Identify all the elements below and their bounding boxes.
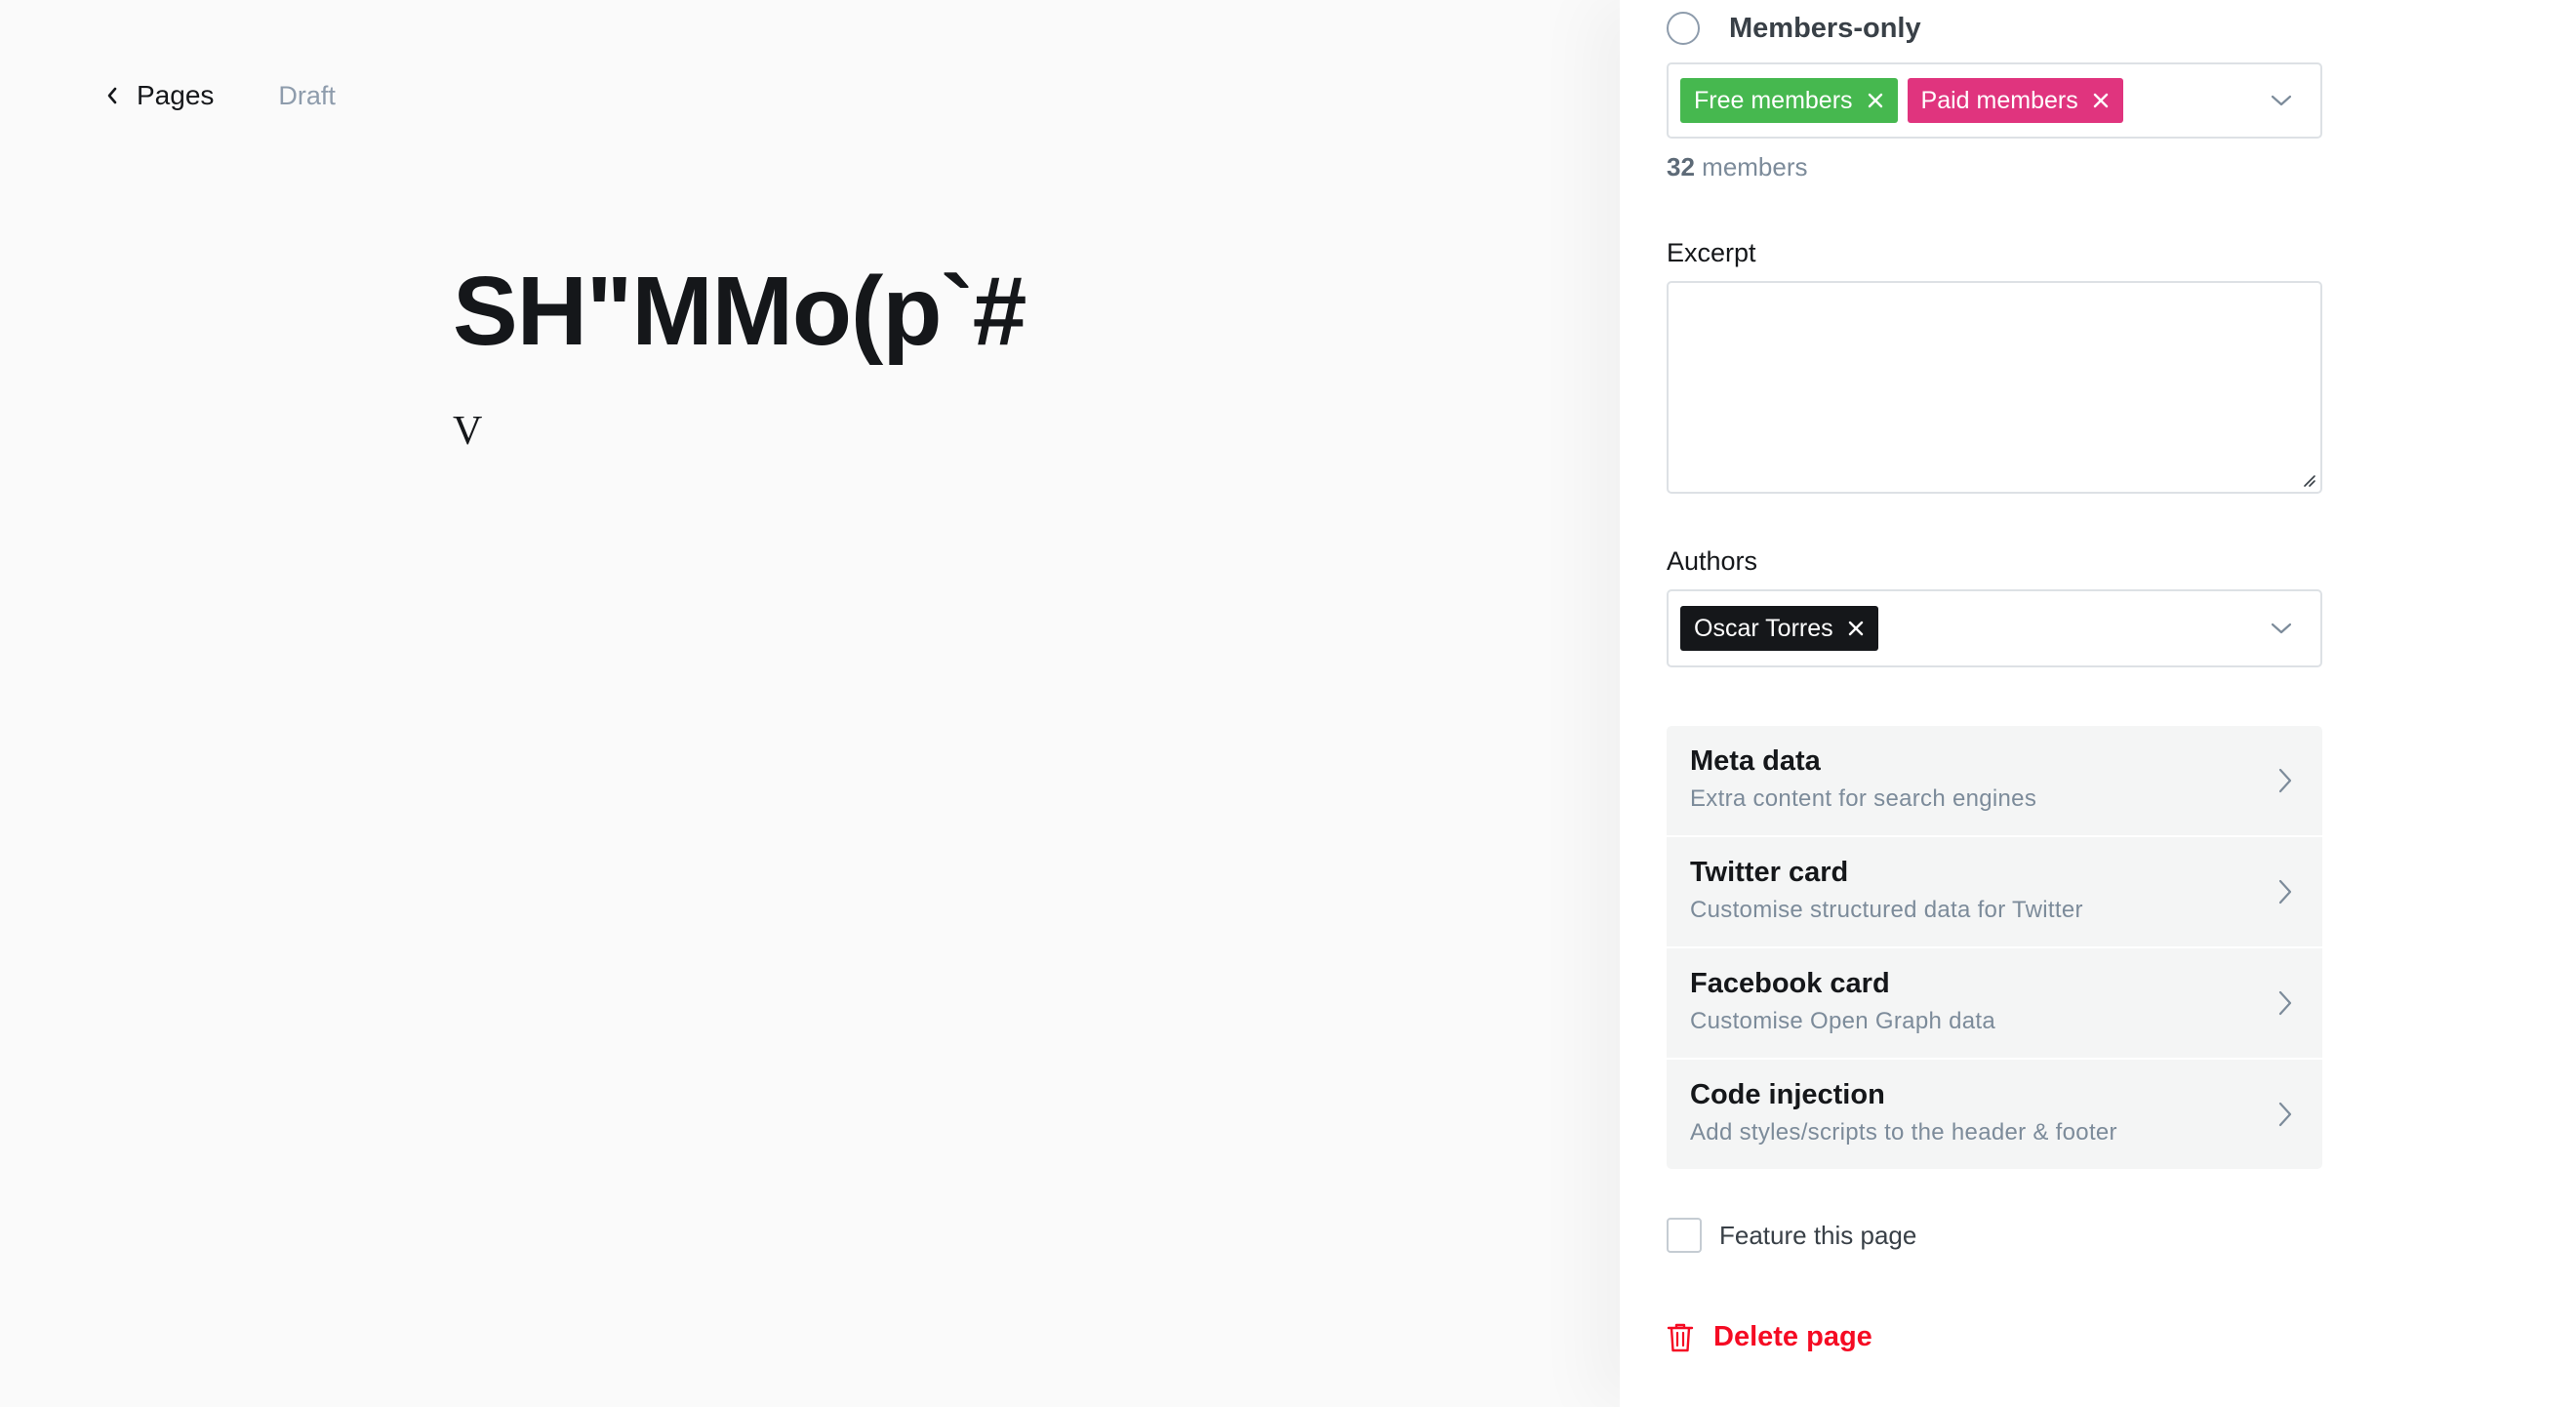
tag-label: Oscar Torres [1694, 614, 1833, 642]
chevron-right-icon [2277, 989, 2293, 1017]
member-count-number: 32 [1667, 152, 1695, 181]
tag-label: Free members [1694, 86, 1853, 114]
authors-label: Authors [1667, 546, 1758, 576]
status-label: Draft [278, 80, 336, 110]
delete-page-label: Delete page [1713, 1321, 1872, 1352]
settings-sections: Meta data Extra content for search engin… [1667, 726, 2322, 1169]
section-subtitle: Customise Open Graph data [1690, 1008, 1995, 1034]
trash-icon [1667, 1322, 1694, 1353]
section-title: Code injection [1690, 1079, 1885, 1110]
section-subtitle: Extra content for search engines [1690, 785, 2037, 812]
back-label: Pages [137, 80, 215, 110]
access-tiers-select[interactable]: Free members Paid members [1667, 62, 2322, 139]
chevron-down-icon[interactable] [2270, 622, 2293, 635]
settings-panel: Members-only Free members Paid members 3… [1620, 0, 2576, 1407]
feature-page-option[interactable]: Feature this page [1667, 1218, 1916, 1253]
section-meta-data[interactable]: Meta data Extra content for search engin… [1667, 726, 2322, 835]
section-twitter-card[interactable]: Twitter card Customise structured data f… [1667, 837, 2322, 946]
section-title: Meta data [1690, 745, 1821, 777]
close-icon[interactable] [1867, 92, 1884, 109]
section-title: Facebook card [1690, 968, 1890, 999]
feature-page-checkbox[interactable] [1667, 1218, 1702, 1253]
chevron-left-icon [105, 85, 119, 106]
visibility-option-label: Members-only [1729, 12, 1921, 44]
section-subtitle: Add styles/scripts to the header & foote… [1690, 1119, 2117, 1146]
section-subtitle: Customise structured data for Twitter [1690, 897, 2083, 923]
delete-page-button[interactable]: Delete page [1667, 1321, 1872, 1353]
close-icon[interactable] [2092, 92, 2110, 109]
back-to-pages-link[interactable]: Pages [105, 80, 214, 111]
chevron-right-icon [2277, 767, 2293, 794]
tag-free-members[interactable]: Free members [1680, 78, 1898, 123]
resize-handle-icon[interactable] [2301, 472, 2316, 488]
member-count: 32 members [1667, 152, 1808, 182]
feature-page-label: Feature this page [1719, 1220, 1917, 1250]
tag-author[interactable]: Oscar Torres [1680, 606, 1878, 651]
section-code-injection[interactable]: Code injection Add styles/scripts to the… [1667, 1060, 2322, 1169]
section-facebook-card[interactable]: Facebook card Customise Open Graph data [1667, 948, 2322, 1058]
excerpt-textarea[interactable] [1667, 281, 2322, 494]
tag-label: Paid members [1920, 86, 2078, 114]
excerpt-label: Excerpt [1667, 238, 1756, 267]
radio-button[interactable] [1667, 12, 1700, 45]
close-icon[interactable] [1847, 620, 1865, 637]
chevron-right-icon [2277, 1101, 2293, 1128]
chevron-down-icon[interactable] [2270, 94, 2293, 107]
tag-paid-members[interactable]: Paid members [1907, 78, 2123, 123]
section-title: Twitter card [1690, 857, 1849, 888]
page-title-input[interactable]: SH"MMo(p`# [453, 256, 1026, 368]
editor-topbar: Pages Draft [105, 80, 336, 111]
chevron-right-icon [2277, 878, 2293, 905]
visibility-option-members-only[interactable]: Members-only [1667, 12, 1921, 45]
member-count-suffix: members [1702, 152, 1808, 181]
authors-select[interactable]: Oscar Torres [1667, 589, 2322, 667]
editor-area: Pages Draft SH"MMo(p`# V [0, 0, 1620, 1407]
page-body-editor[interactable]: V [453, 408, 482, 455]
